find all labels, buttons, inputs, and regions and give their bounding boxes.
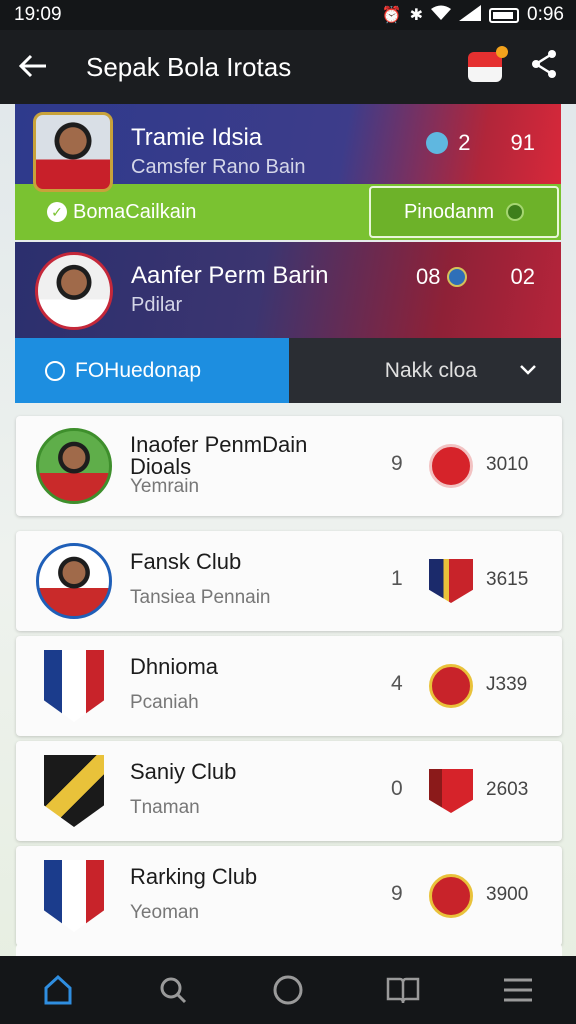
- item-score: 3900: [486, 884, 529, 905]
- player-stats: 2 91: [426, 130, 535, 156]
- action-left-button[interactable]: ✓ BomaCailkain: [15, 184, 367, 240]
- page-title: Sepak Bola Irotas: [86, 51, 292, 82]
- bluetooth-icon: ✱: [409, 7, 424, 24]
- action-left-label: BomaCailkain: [73, 200, 197, 223]
- club-badge-icon: [429, 874, 473, 918]
- globe-icon: [446, 267, 467, 287]
- player-subtitle: Pdilar: [131, 294, 183, 316]
- club-crest-icon: [44, 860, 104, 932]
- featured-actions: ✓ BomaCailkain Pinodanm: [15, 184, 561, 240]
- status-time: 19:09: [14, 4, 62, 25]
- action-left-button[interactable]: FOHuedonap: [15, 338, 289, 403]
- signal-icon: [459, 4, 482, 26]
- chevron-down-icon: [519, 359, 537, 382]
- item-score: 3615: [486, 569, 529, 590]
- item-rank: 4: [391, 672, 403, 695]
- item-subtitle: Pcaniah: [130, 692, 199, 713]
- arrow-left-icon[interactable]: [18, 49, 68, 86]
- toggle-icon: [506, 203, 525, 221]
- list-item[interactable]: Inaofer PenmDain Dioals Yemrain 9 3010: [16, 416, 562, 516]
- item-subtitle: Yeoman: [130, 902, 200, 923]
- item-name: Rarking Club: [130, 864, 258, 889]
- item-name: Inaofer PenmDain Dioals: [130, 432, 308, 479]
- featured-card-2[interactable]: Aanfer Perm Barin Pdilar 08 02 FOHuedona…: [15, 242, 561, 403]
- alarm-icon: ⏰: [381, 7, 402, 24]
- featured-banner: Aanfer Perm Barin Pdilar 08 02: [15, 242, 561, 338]
- item-score: 2603: [486, 779, 529, 800]
- player-avatar: [33, 112, 113, 192]
- player-avatar: [36, 543, 112, 619]
- stat-value-1: 2: [458, 130, 471, 155]
- list-item[interactable]: Rarking Club Yeoman 9 3900: [16, 846, 562, 946]
- stat-value-1: 08: [416, 264, 441, 289]
- item-rank: 1: [391, 567, 403, 590]
- action-left-label: FOHuedonap: [75, 358, 202, 382]
- item-rank: 0: [391, 777, 403, 800]
- item-name: Fansk Club: [130, 549, 242, 574]
- book-icon[interactable]: [379, 966, 427, 1014]
- share-icon[interactable]: [530, 49, 558, 86]
- dropdown-button[interactable]: Nakk cloa: [289, 338, 561, 403]
- club-badge-icon: [429, 664, 473, 708]
- player-avatar: [36, 428, 112, 504]
- list-item[interactable]: Saniy Club Tnaman 0 2603: [16, 741, 562, 841]
- menu-icon[interactable]: [494, 966, 542, 1014]
- player-stats: 08 02: [416, 264, 535, 290]
- item-subtitle: Tansiea Pennain: [130, 587, 271, 608]
- action-right-label: Pinodanm: [403, 200, 495, 223]
- featured-card-1[interactable]: Tramie Idsia Camsfer Rano Bain 2 91 ✓ Bo…: [15, 104, 561, 240]
- app-bar: Sepak Bola Irotas: [0, 30, 576, 104]
- flag-icon[interactable]: [468, 46, 508, 82]
- item-score: J339: [486, 674, 528, 695]
- battery-icon: [489, 7, 520, 23]
- player-subtitle: Camsfer Rano Bain: [131, 156, 306, 178]
- player-name: Aanfer Perm Barin: [131, 262, 329, 289]
- dropdown-label: Nakk cloa: [384, 358, 477, 382]
- item-score: 3010: [486, 454, 529, 475]
- search-icon[interactable]: [149, 966, 197, 1014]
- club-crest-icon: [44, 755, 104, 827]
- item-rank: 9: [391, 452, 403, 475]
- list-item-partial: [16, 944, 562, 956]
- item-subtitle: Yemrain: [130, 476, 200, 497]
- timer-icon: [45, 360, 65, 381]
- featured-actions: FOHuedonap Nakk cloa: [15, 338, 561, 403]
- stat-value-2: 91: [510, 130, 535, 155]
- featured-banner: Tramie Idsia Camsfer Rano Bain 2 91: [15, 104, 561, 192]
- bottom-nav: [0, 956, 576, 1024]
- status-icons: ⏰ ✱ 0:96: [382, 4, 564, 26]
- home-icon[interactable]: [34, 966, 82, 1014]
- list-item[interactable]: Fansk Club Tansiea Pennain 1 3615: [16, 531, 562, 631]
- club-badge-icon: [429, 444, 473, 488]
- item-rank: 9: [391, 882, 403, 905]
- action-right-button[interactable]: Pinodanm: [369, 186, 559, 238]
- stat-icon: [426, 132, 449, 154]
- player-name: Tramie Idsia: [131, 124, 263, 151]
- item-subtitle: Tnaman: [130, 797, 200, 818]
- battery-level: 0:96: [527, 4, 564, 25]
- club-crest-icon: [44, 650, 104, 722]
- player-avatar: [35, 252, 113, 330]
- check-icon: ✓: [47, 202, 67, 222]
- list-item[interactable]: Dhnioma Pcaniah 4 J339: [16, 636, 562, 736]
- stat-value-2: 02: [510, 264, 535, 289]
- status-bar: 19:09 ⏰ ✱ 0:96: [0, 0, 576, 30]
- item-name: Dhnioma: [130, 654, 219, 679]
- circle-icon[interactable]: [264, 966, 312, 1014]
- wifi-icon: [431, 5, 452, 26]
- club-badge-icon: [429, 559, 473, 603]
- item-name: Saniy Club: [130, 759, 237, 784]
- club-badge-icon: [429, 769, 473, 813]
